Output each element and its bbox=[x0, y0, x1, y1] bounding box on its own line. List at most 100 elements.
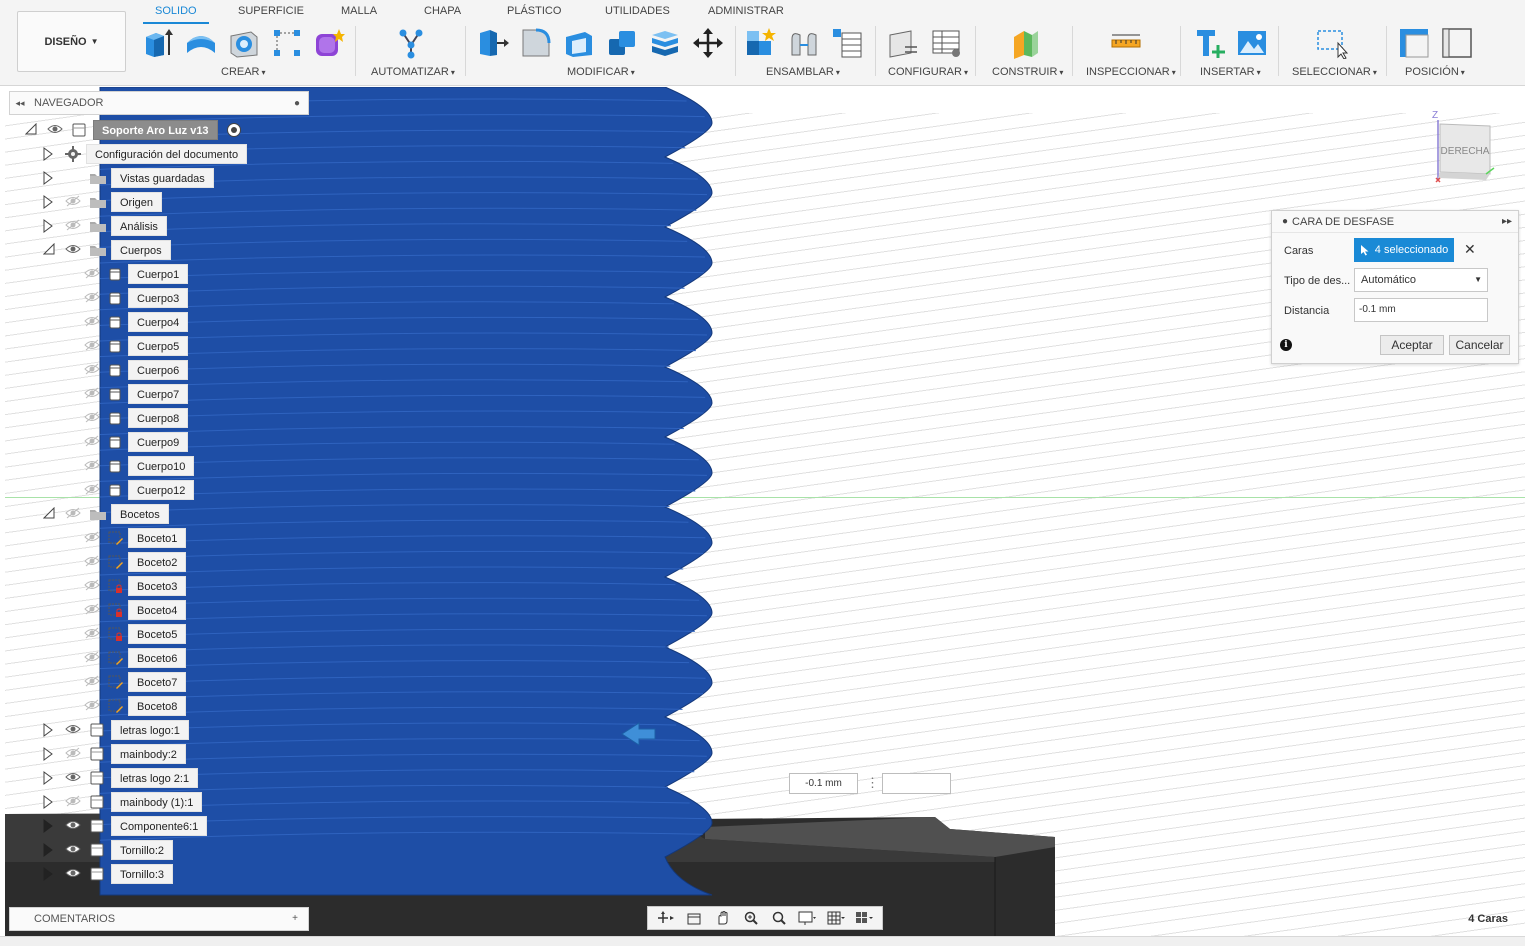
viewports-icon[interactable] bbox=[853, 909, 875, 927]
tree-node[interactable]: Boceto4 bbox=[0, 600, 320, 620]
combine-icon[interactable] bbox=[606, 27, 638, 59]
tree-node[interactable]: Origen bbox=[0, 192, 320, 212]
eye-icon[interactable] bbox=[84, 435, 102, 449]
grid-icon[interactable] bbox=[825, 909, 847, 927]
tree-node[interactable]: Tornillo:3 bbox=[0, 864, 320, 884]
expand-triangle-icon[interactable] bbox=[43, 747, 55, 761]
tab-administrar[interactable]: ADMINISTRAR bbox=[708, 5, 784, 17]
tree-node[interactable]: Tornillo:2 bbox=[0, 840, 320, 860]
tree-node[interactable]: letras logo:1 bbox=[0, 720, 320, 740]
more-options-icon[interactable]: ⋮ bbox=[866, 775, 879, 791]
measure-icon[interactable] bbox=[1110, 27, 1142, 59]
activate-radio-icon[interactable] bbox=[227, 123, 241, 137]
group-configurar[interactable]: CONFIGURAR ▾ bbox=[888, 66, 968, 78]
eye-icon[interactable] bbox=[84, 603, 102, 617]
eye-icon[interactable] bbox=[84, 459, 102, 473]
expand-triangle-icon[interactable] bbox=[43, 819, 55, 833]
tree-node[interactable]: Configuración del documento bbox=[0, 144, 320, 164]
tree-node[interactable]: mainbody:2 bbox=[0, 744, 320, 764]
clear-selection-icon[interactable]: ✕ bbox=[1464, 241, 1476, 258]
eye-icon[interactable] bbox=[65, 243, 83, 257]
cancel-button[interactable]: Cancelar bbox=[1449, 335, 1510, 355]
eye-icon[interactable] bbox=[65, 819, 83, 833]
tab-chapa[interactable]: CHAPA bbox=[424, 5, 461, 17]
distance-input[interactable]: -0.1 mm bbox=[1354, 298, 1488, 322]
fillet-icon[interactable] bbox=[520, 27, 552, 59]
browser-root-row[interactable]: Soporte Aro Luz v13 bbox=[0, 120, 320, 140]
tree-node[interactable]: Boceto6 bbox=[0, 648, 320, 668]
eye-icon[interactable] bbox=[47, 123, 65, 137]
dialog-expand-icon[interactable]: ▸▸ bbox=[1502, 216, 1512, 227]
eye-icon[interactable] bbox=[84, 363, 102, 377]
tree-node[interactable]: Cuerpo8 bbox=[0, 408, 320, 428]
tab-solido[interactable]: SOLIDO bbox=[143, 5, 209, 24]
shell-icon[interactable] bbox=[563, 27, 595, 59]
dialog-minimize-icon[interactable]: ● bbox=[1282, 216, 1288, 227]
eye-icon[interactable] bbox=[84, 339, 102, 353]
eye-icon[interactable] bbox=[84, 555, 102, 569]
tree-node[interactable]: Cuerpo4 bbox=[0, 312, 320, 332]
display-icon[interactable] bbox=[796, 909, 818, 927]
bom-icon[interactable] bbox=[831, 27, 863, 59]
group-construir[interactable]: CONSTRUIR ▾ bbox=[992, 66, 1063, 78]
move-icon[interactable] bbox=[692, 27, 724, 59]
tree-node[interactable]: Análisis bbox=[0, 216, 320, 236]
group-modificar[interactable]: MODIFICAR ▾ bbox=[567, 66, 635, 78]
workspace-switcher[interactable]: DISEÑO ▼ bbox=[17, 11, 126, 72]
expand-triangle-icon[interactable] bbox=[43, 795, 55, 809]
pattern-icon[interactable] bbox=[271, 27, 303, 59]
group-seleccionar[interactable]: SELECCIONAR ▾ bbox=[1292, 66, 1377, 78]
insert-derive-icon[interactable] bbox=[1194, 27, 1226, 59]
new-component-assembly-icon[interactable] bbox=[745, 27, 777, 59]
tree-node[interactable]: Boceto2 bbox=[0, 552, 320, 572]
tree-node[interactable]: Boceto1 bbox=[0, 528, 320, 548]
expand-triangle-icon[interactable] bbox=[43, 771, 55, 785]
offset-type-select[interactable]: Automático ▼ bbox=[1354, 268, 1488, 292]
eye-icon[interactable] bbox=[84, 675, 102, 689]
tab-utilidades[interactable]: UTILIDADES bbox=[605, 5, 670, 17]
eye-icon[interactable] bbox=[65, 867, 83, 881]
tree-node[interactable]: Vistas guardadas bbox=[0, 168, 320, 188]
capture-position-icon[interactable] bbox=[1398, 27, 1430, 59]
insert-image-icon[interactable] bbox=[1236, 27, 1268, 59]
tree-node[interactable]: Bocetos bbox=[0, 504, 320, 524]
expand-triangle-icon[interactable] bbox=[43, 219, 55, 233]
eye-icon[interactable] bbox=[84, 651, 102, 665]
eye-icon[interactable] bbox=[65, 723, 83, 737]
collapse-browser-icon[interactable]: ◂◂ bbox=[10, 98, 30, 109]
tree-node[interactable]: Boceto3 bbox=[0, 576, 320, 596]
press-pull-icon[interactable] bbox=[477, 27, 509, 59]
tree-node[interactable]: Boceto8 bbox=[0, 696, 320, 716]
info-icon[interactable]: i bbox=[1280, 339, 1292, 351]
tree-node[interactable]: mainbody (1):1 bbox=[0, 792, 320, 812]
hole-icon[interactable] bbox=[228, 27, 260, 59]
tree-node[interactable]: Cuerpos bbox=[0, 240, 320, 260]
revolve-icon[interactable] bbox=[185, 27, 217, 59]
tree-node[interactable]: letras logo 2:1 bbox=[0, 768, 320, 788]
expand-triangle-icon[interactable] bbox=[43, 843, 55, 857]
eye-icon[interactable] bbox=[84, 387, 102, 401]
tree-node[interactable]: Cuerpo1 bbox=[0, 264, 320, 284]
select-window-icon[interactable] bbox=[1316, 27, 1348, 59]
eye-icon[interactable] bbox=[84, 699, 102, 713]
accept-button[interactable]: Aceptar bbox=[1380, 335, 1444, 355]
eye-icon[interactable] bbox=[65, 843, 83, 857]
plane-icon[interactable] bbox=[1010, 27, 1042, 59]
zoom-window-icon[interactable] bbox=[768, 909, 790, 927]
parameters-icon[interactable] bbox=[887, 27, 919, 59]
new-component-icon[interactable] bbox=[142, 27, 174, 59]
dialog-header[interactable]: ● CARA DE DESFASE ▸▸ bbox=[1272, 211, 1518, 233]
tree-node[interactable]: Cuerpo9 bbox=[0, 432, 320, 452]
expand-triangle-icon[interactable] bbox=[43, 147, 55, 161]
eye-icon[interactable] bbox=[84, 315, 102, 329]
zoom-icon[interactable] bbox=[740, 909, 762, 927]
eye-icon[interactable] bbox=[84, 411, 102, 425]
group-ensamblar[interactable]: ENSAMBLAR ▾ bbox=[766, 66, 840, 78]
group-insertar[interactable]: INSERTAR ▾ bbox=[1200, 66, 1261, 78]
eye-icon[interactable] bbox=[65, 747, 83, 761]
tree-node[interactable]: Boceto5 bbox=[0, 624, 320, 644]
eye-icon[interactable] bbox=[84, 483, 102, 497]
minimize-browser-icon[interactable]: ● bbox=[286, 98, 308, 109]
form-icon[interactable] bbox=[313, 27, 345, 59]
expand-triangle-icon[interactable] bbox=[43, 195, 55, 209]
